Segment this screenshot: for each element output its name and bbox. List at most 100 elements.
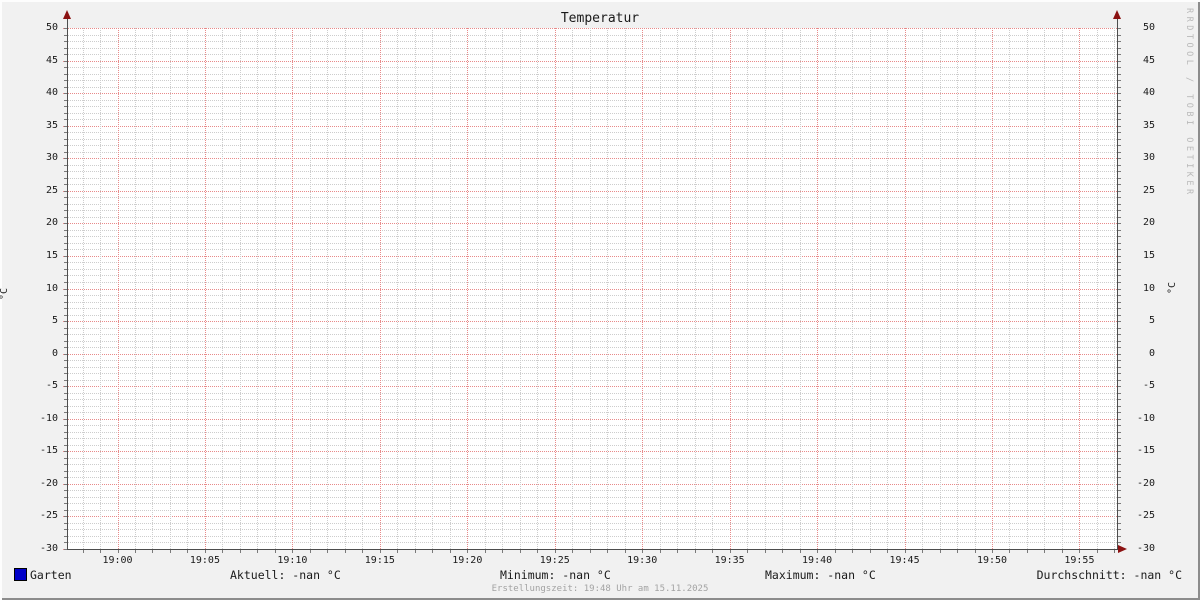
y-tick-label-right: -10: [1136, 412, 1155, 424]
x-axis-tick: [379, 550, 381, 553]
x-tick-label: 19:15: [364, 555, 395, 566]
x-axis-tick: [309, 550, 311, 553]
y-axis-tick: [1118, 392, 1121, 394]
x-axis-tick: [187, 550, 189, 553]
y-tick-label-right: 35: [1142, 119, 1155, 131]
y-axis-tick: [1118, 542, 1121, 544]
x-tick-label: 19:25: [539, 555, 570, 566]
y-axis-tick: [1118, 353, 1121, 355]
y-axis-tick: [1118, 418, 1121, 420]
x-axis-tick: [432, 550, 434, 553]
x-tick-label: 19:10: [277, 555, 308, 566]
x-tick-label: 19:50: [976, 555, 1008, 566]
y-axis-tick: [1118, 490, 1121, 492]
y-tick-label-left: 5: [51, 315, 58, 327]
x-axis-tick: [957, 550, 959, 553]
y-axis-right-arrow-icon: [1113, 10, 1121, 19]
x-axis-tick: [204, 550, 206, 553]
x-tick-label: 19:55: [1064, 555, 1095, 566]
y-axis-tick: [1118, 373, 1121, 375]
y-axis-tick: [1118, 255, 1121, 257]
y-axis-tick: [1118, 177, 1121, 179]
y-axis-tick: [1118, 223, 1121, 225]
y-tick-label-right: 50: [1142, 22, 1155, 33]
x-axis-tick: [887, 550, 889, 553]
x-axis-tick: [834, 550, 836, 553]
y-axis-tick: [1118, 119, 1121, 121]
rrdtool-graph: Temperatur RRDTOOL / TOBI OETIKER °C °C …: [0, 0, 1200, 600]
y-axis-tick: [1118, 262, 1121, 264]
y-tick-label-right: -25: [1136, 510, 1155, 522]
y-tick-label-right: -5: [1142, 380, 1155, 392]
y-tick-label-left: 20: [45, 217, 58, 229]
y-axis-tick: [1118, 60, 1121, 62]
stat-aktuell: Aktuell: -nan °C: [230, 568, 341, 582]
x-tick-label: 19:40: [802, 555, 833, 566]
x-axis-tick: [519, 550, 521, 553]
y-axis-tick: [1118, 80, 1121, 82]
y-axis-unit-left: °C: [0, 287, 11, 301]
y-axis-tick: [1118, 112, 1121, 114]
y-axis-tick: [1118, 236, 1121, 238]
x-axis-tick: [414, 550, 416, 553]
x-axis-tick: [992, 550, 993, 553]
y-axis-tick: [1118, 288, 1121, 290]
chart-title: Temperatur: [560, 11, 640, 26]
y-axis-tick: [1118, 483, 1121, 485]
x-axis-tick: [169, 550, 171, 553]
y-axis-tick: [1118, 132, 1121, 134]
x-axis-tick: [817, 550, 819, 553]
x-tick-label: 19:35: [714, 555, 745, 566]
y-tick-label-right: 30: [1142, 152, 1155, 164]
y-tick-label-left: 25: [45, 184, 58, 196]
y-tick-label-right: 20: [1142, 217, 1155, 229]
x-axis-tick: [922, 550, 924, 553]
y-axis-tick: [1118, 321, 1121, 323]
y-tick-label-right: 25: [1142, 184, 1155, 196]
x-axis-tick: [134, 550, 136, 553]
y-axis-tick: [1118, 47, 1121, 49]
x-axis-tick: [729, 550, 731, 553]
rrdtool-watermark: RRDTOOL / TOBI OETIKER: [1184, 8, 1194, 198]
x-tick-label: 19:45: [889, 555, 920, 566]
x-axis-tick: [397, 550, 399, 553]
stat-minimum: Minimum: -nan °C: [500, 568, 611, 582]
y-tick-label-left: -15: [39, 445, 58, 457]
y-axis-tick: [1118, 99, 1121, 101]
creation-time-label: Erstellungszeit: 19:48 Uhr am 15.11.2025: [491, 584, 709, 594]
y-tick-label-left: -30: [39, 543, 58, 554]
y-tick-label-left: 35: [45, 119, 58, 131]
x-axis-tick: [589, 550, 591, 553]
x-axis-tick: [257, 550, 259, 553]
y-axis-tick: [1118, 268, 1121, 270]
y-tick-label-left: -25: [39, 510, 58, 522]
x-axis-tick: [1044, 550, 1046, 553]
x-axis-tick: [607, 550, 609, 553]
y-axis-tick: [1118, 93, 1121, 95]
y-axis-right-line: [1117, 13, 1118, 549]
x-axis-tick: [694, 550, 696, 553]
x-axis-tick: [467, 550, 469, 553]
x-axis-tick: [904, 550, 906, 553]
x-axis-tick: [100, 550, 101, 553]
y-axis-tick: [1118, 67, 1121, 69]
y-axis-tick: [1118, 379, 1121, 381]
y-axis-tick: [1118, 184, 1121, 186]
y-tick-label-left: 30: [45, 152, 58, 164]
y-tick-label-left: 45: [45, 54, 58, 66]
y-axis-tick: [1118, 360, 1121, 362]
y-axis-tick: [1118, 464, 1121, 466]
x-axis-tick: [659, 550, 661, 553]
y-tick-label-right: -15: [1136, 445, 1155, 457]
x-axis-tick: [1061, 550, 1063, 553]
x-tick-label: 19:20: [452, 555, 483, 566]
y-axis-tick: [1118, 73, 1121, 75]
y-axis-tick: [1118, 340, 1121, 342]
x-axis-tick: [344, 550, 346, 553]
x-axis-tick: [1114, 550, 1116, 553]
y-axis-tick: [1118, 347, 1121, 349]
y-tick-label-left: -10: [39, 412, 58, 424]
x-axis-tick: [1079, 550, 1081, 553]
y-axis-tick: [1118, 138, 1121, 140]
legend-series-label: Garten: [30, 568, 72, 582]
